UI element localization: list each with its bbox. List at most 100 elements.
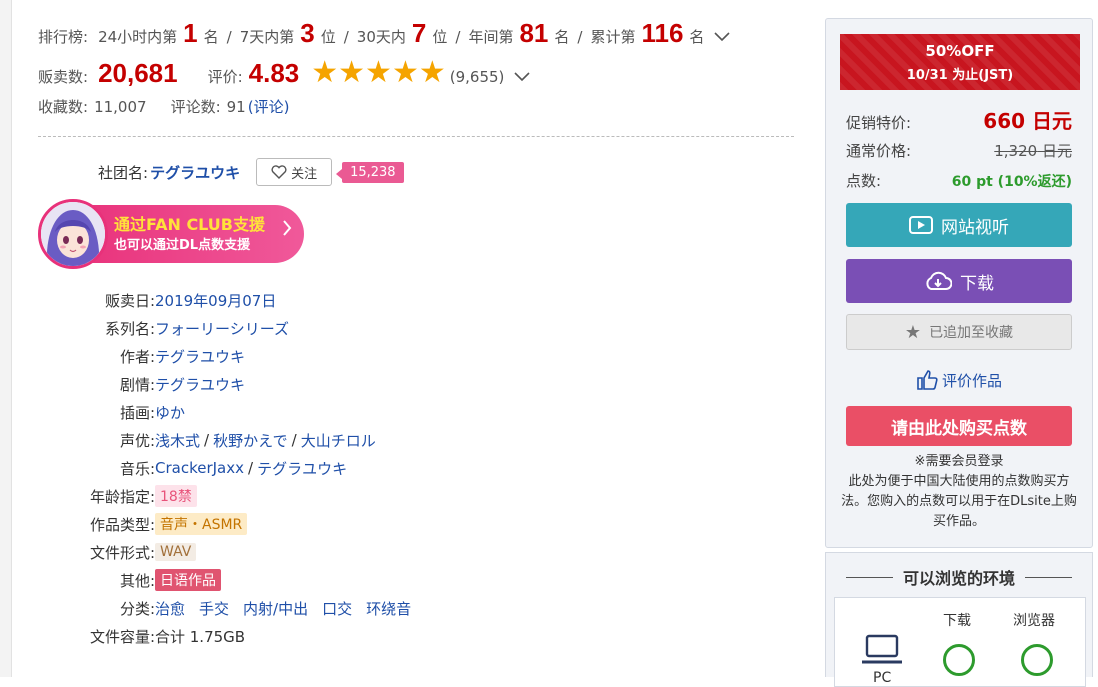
pc-icon: [861, 634, 903, 670]
environment-title: 可以浏览的环境: [836, 565, 1082, 589]
info-format-label: 文件形式:: [89, 543, 155, 562]
music-credit-link[interactable]: テグラユウキ: [257, 458, 347, 479]
points-value: 60 pt (10%返还): [951, 174, 1072, 190]
rating-expand-icon[interactable]: [514, 70, 530, 86]
preview-button[interactable]: 网站视听: [846, 203, 1072, 247]
info-series-label: 系列名:: [104, 319, 155, 338]
info-release-label: 贩卖日:: [104, 291, 155, 310]
promo-price-label: 促销特价:: [846, 114, 912, 132]
info-other-label: 其他:: [119, 571, 155, 590]
rank-30d-value: 7: [411, 18, 427, 48]
buy-points-label: 请由此处购买点数: [891, 418, 1027, 439]
star-icon: ★: [904, 321, 922, 343]
rank-7d-value: 3: [300, 18, 315, 48]
sale-discount: 50%OFF: [925, 42, 995, 60]
regular-price-value: 1,320: [994, 142, 1038, 160]
circle-name-link[interactable]: テグラユウキ: [150, 162, 240, 183]
circle-row: 社团名: テグラユウキ 关注 15,238: [98, 158, 404, 186]
rating-label: 评价:: [207, 68, 243, 86]
env-row-pc: PC: [873, 670, 892, 686]
info-release-value[interactable]: 2019年09月07日: [155, 290, 276, 311]
rank-24h-value: 1: [183, 18, 198, 48]
rank-year-suffix: 名: [554, 28, 570, 46]
follow-button[interactable]: 关注: [256, 158, 333, 186]
voice-actor-link[interactable]: 大山チロル: [301, 430, 376, 451]
title-rule: [1025, 576, 1073, 578]
info-series-value[interactable]: フォーリーシリーズ: [155, 318, 289, 339]
rank-total-value: 116: [641, 18, 684, 48]
regular-price-label: 通常价格:: [846, 142, 912, 160]
info-type-label: 作品类型:: [89, 515, 155, 534]
review-button[interactable]: 评价作品: [846, 365, 1072, 395]
info-other-row: 其他: 日语作品: [60, 566, 425, 594]
rating-count: (9,655): [449, 68, 505, 86]
rank-30d-suffix: 位: [432, 28, 448, 46]
ranking-expand-icon[interactable]: [714, 30, 731, 46]
sales-label: 贩卖数:: [38, 68, 89, 86]
regular-price-unit: 日元: [1041, 142, 1072, 160]
age-rating-tag[interactable]: 18禁: [155, 485, 197, 507]
cloud-download-icon: [924, 271, 952, 291]
genre-link[interactable]: 治愈: [155, 598, 185, 619]
promo-price: 660 日元: [983, 105, 1072, 134]
env-col-browser: 浏览器: [1013, 613, 1055, 629]
sale-deadline: 10/31 为止(JST): [906, 68, 1014, 83]
genre-link[interactable]: 环绕音: [366, 598, 411, 619]
info-music-row: 音乐: CrackerJaxx / テグラユウキ: [60, 454, 425, 482]
promo-price-value: 660: [983, 109, 1026, 133]
rank-24h-prefix: 24小时内第: [98, 28, 178, 46]
language-tag[interactable]: 日语作品: [155, 569, 221, 591]
ranking-row: 排行榜: 24小时内第 1 名 / 7天内第 3 位 / 30天内 7 位 / …: [38, 18, 798, 49]
info-age-label: 年龄指定:: [89, 487, 155, 506]
rating-stars: ★★★★★: [311, 55, 446, 90]
buy-points-button[interactable]: 请由此处购买点数: [846, 406, 1072, 446]
genre-link[interactable]: 口交: [322, 598, 352, 619]
promo-price-unit: 日元: [1032, 109, 1072, 133]
info-illust-row: 插画: ゆか: [60, 398, 425, 426]
file-format-tag[interactable]: WAV: [155, 543, 197, 561]
info-scenario-value[interactable]: テグラユウキ: [155, 374, 245, 395]
follow-label: 关注: [291, 166, 318, 182]
info-genre-label: 分类:: [119, 599, 155, 618]
rank-year-value: 81: [519, 18, 549, 48]
download-label: 下载: [960, 273, 994, 294]
info-voice-label: 声优:: [119, 431, 155, 450]
info-voice-row: 声优: 浅木式 / 秋野かえで / 大山チロル: [60, 426, 425, 454]
info-author-value[interactable]: テグラユウキ: [155, 346, 245, 367]
info-type-row: 作品类型: 音声・ASMR: [60, 510, 425, 538]
rank-total-prefix: 累计第: [590, 28, 636, 46]
follower-count-badge: 15,238: [336, 161, 404, 183]
sales-rating-row: 贩卖数: 20,681 评价: 4.83 ★★★★★ (9,655): [38, 55, 798, 90]
points-label: 点数:: [846, 172, 882, 190]
slash-separator: /: [204, 431, 210, 449]
music-credit-link[interactable]: CrackerJaxx: [155, 459, 244, 477]
reviews-link[interactable]: (评论): [248, 96, 290, 117]
info-illust-label: 插画:: [119, 403, 155, 422]
environment-title-text: 可以浏览的环境: [903, 569, 1016, 588]
rank-separator: /: [577, 28, 583, 46]
note-title: ※需要会员登录: [914, 454, 1004, 469]
genre-link[interactable]: 内射/中出: [243, 598, 308, 619]
slash-separator: /: [291, 431, 297, 449]
points-row: 点数: 60 pt (10%返还): [846, 170, 1072, 191]
fanclub-banner[interactable]: 通过FAN CLUB支援 也可以通过DL点数支援: [38, 199, 306, 269]
info-size-row: 文件容量: 合计 1.75GB: [60, 622, 425, 650]
download-button[interactable]: 下载: [846, 259, 1072, 303]
reviews-value: 91: [226, 98, 246, 116]
sales-value: 20,681: [98, 58, 178, 88]
section-divider: [38, 136, 794, 137]
work-type-tag[interactable]: 音声・ASMR: [155, 513, 248, 535]
favorite-button[interactable]: ★ 已追加至收藏: [846, 314, 1072, 350]
voice-actor-link[interactable]: 秋野かえで: [213, 430, 288, 451]
info-illust-value[interactable]: ゆか: [155, 402, 185, 423]
supported-circle-icon: [943, 644, 975, 676]
voice-actor-link[interactable]: 浅木式: [155, 430, 200, 451]
info-size-label: 文件容量:: [89, 627, 155, 646]
info-release-row: 贩卖日: 2019年09月07日: [60, 286, 425, 314]
fanclub-avatar: [38, 199, 108, 269]
info-scenario-row: 剧情: テグラユウキ: [60, 370, 425, 398]
favorites-value: 11,007: [94, 98, 147, 116]
info-scenario-label: 剧情:: [119, 375, 155, 394]
preview-label: 网站视听: [941, 217, 1009, 238]
genre-link[interactable]: 手交: [199, 598, 229, 619]
